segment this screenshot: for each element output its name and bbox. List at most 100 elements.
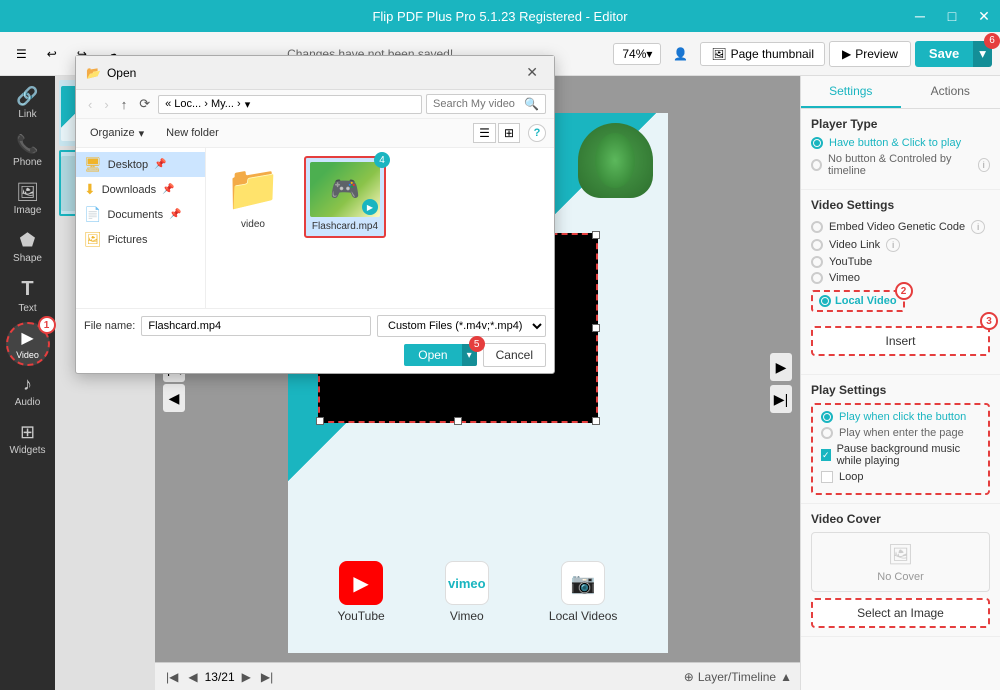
open-button[interactable]: Open — [404, 344, 461, 366]
vimeo-option[interactable]: vimeo Vimeo — [445, 561, 489, 623]
dialog-sidebar-documents[interactable]: 📄 Documents 📌 — [76, 202, 205, 227]
prev-page-button[interactable]: ◀ — [163, 384, 185, 412]
open-dialog: 📂 Open ✕ ‹ › ↑ ⟳ « Loc... › My... › ▾ 🔍 … — [75, 55, 555, 374]
pause-bg-option[interactable]: Pause background music while playing — [821, 443, 980, 467]
minimize-button[interactable]: ─ — [904, 0, 936, 32]
documents-pin-icon: 📌 — [169, 209, 181, 220]
search-input[interactable] — [433, 98, 524, 110]
organize-button[interactable]: Organize ▾ — [84, 125, 150, 142]
local-video-option[interactable]: 📷 Local Videos — [549, 561, 618, 623]
view-details-button[interactable]: ☰ — [473, 123, 496, 143]
play-settings-section: Play Settings Play when click the button… — [801, 375, 1000, 504]
preview-button[interactable]: ▶ Preview — [829, 41, 911, 67]
sidebar-item-text[interactable]: T Text — [3, 272, 53, 320]
youtube-option[interactable]: ▶ YouTube — [338, 561, 385, 623]
insert-button[interactable]: Insert — [811, 326, 990, 356]
select-image-button[interactable]: Select an Image — [811, 598, 990, 628]
file-item-flashcard[interactable]: 🎮 ▶ Flashcard.mp4 4 — [304, 156, 386, 238]
video-link-option[interactable]: Video Link i — [811, 236, 990, 254]
embed-info-icon[interactable]: i — [971, 220, 985, 234]
titlebar: Flip PDF Plus Pro 5.1.23 Registered - Ed… — [0, 0, 1000, 32]
dialog-sidebar-downloads[interactable]: ⬇ Downloads 📌 — [76, 177, 205, 202]
play-click-label: Play when click the button — [839, 411, 966, 423]
sidebar-item-image[interactable]: 🖼 Image — [3, 176, 53, 222]
last-page-nav-button[interactable]: ▶| — [258, 668, 276, 686]
video-link-info-icon[interactable]: i — [886, 238, 900, 252]
dialog-back-button[interactable]: ‹ — [84, 95, 96, 114]
page-thumbnail-button[interactable]: 🖼 Page thumbnail — [700, 42, 825, 66]
embed-genetic-option[interactable]: Embed Video Genetic Code i — [811, 218, 990, 236]
pictures-folder-icon: 🖼 — [84, 231, 102, 248]
video-link-radio — [811, 239, 823, 251]
file-item-video[interactable]: 📁 video — [214, 156, 292, 234]
prev-page-nav-button[interactable]: ◀ — [185, 668, 200, 686]
sidebar-item-phone[interactable]: 📞 Phone — [3, 128, 53, 174]
play-click-option[interactable]: Play when click the button — [821, 411, 980, 423]
sidebar-label-link: Link — [18, 109, 36, 120]
dialog-up-button[interactable]: ↑ — [117, 95, 132, 114]
first-page-nav-button[interactable]: |◀ — [163, 668, 181, 686]
tab-settings[interactable]: Settings — [801, 76, 901, 108]
next-page-nav-button[interactable]: ▶ — [239, 668, 254, 686]
play-icon: ▶ — [842, 47, 851, 61]
resize-handle-r[interactable] — [592, 324, 600, 332]
player-info-icon[interactable]: i — [978, 158, 990, 172]
menu-icon: ☰ — [16, 47, 27, 61]
sidebar-label-shape: Shape — [13, 253, 42, 264]
radio-have-button[interactable]: Have button & Click to play — [811, 137, 990, 149]
youtube-option-panel[interactable]: YouTube — [811, 254, 990, 270]
radio-no-button[interactable]: No button & Controled by timeline i — [811, 153, 990, 177]
text-icon: T — [21, 278, 33, 301]
close-button[interactable]: ✕ — [968, 0, 1000, 32]
dialog-sidebar-pictures[interactable]: 🖼 Pictures — [76, 227, 205, 252]
title-text: Flip PDF Plus Pro 5.1.23 Registered - Ed… — [372, 9, 627, 24]
local-video-selected[interactable]: Local Video — [811, 290, 905, 312]
undo-button[interactable]: ↩ — [39, 43, 65, 65]
flashcard-file-icon: 🎮 ▶ — [310, 162, 380, 217]
user-button[interactable]: 👤 — [665, 43, 696, 65]
folder-icon: 📁 — [226, 162, 281, 214]
dialog-sidebar-desktop[interactable]: 🖥 Desktop 📌 — [76, 152, 205, 177]
sidebar-item-video[interactable]: ▶ Video 1 — [6, 322, 50, 366]
play-enter-option[interactable]: Play when enter the page — [821, 427, 980, 439]
local-video-label: Local Videos — [549, 609, 618, 623]
resize-handle-bl[interactable] — [316, 417, 324, 425]
flashcard-thumbnail: 🎮 ▶ — [310, 162, 380, 217]
cancel-button[interactable]: Cancel — [483, 343, 546, 367]
resize-handle-br[interactable] — [592, 417, 600, 425]
dialog-refresh-button[interactable]: ⟳ — [135, 94, 154, 114]
play-settings-box: Play when click the button Play when ent… — [811, 403, 990, 495]
new-folder-button[interactable]: New folder — [158, 125, 227, 141]
save-button[interactable]: Save — [915, 41, 973, 67]
view-icons-button[interactable]: ⊞ — [498, 123, 520, 143]
dialog-forward-button[interactable]: › — [100, 95, 112, 114]
maximize-button[interactable]: □ — [936, 0, 968, 32]
local-video-badge: 2 — [895, 282, 913, 300]
file-type-select[interactable]: Custom Files (*.m4v;*.mp4) — [377, 315, 546, 337]
next-page-button[interactable]: ▶ — [770, 353, 792, 381]
chevron-up-icon: ▲ — [780, 670, 792, 684]
sidebar-item-shape[interactable]: ⬟ Shape — [3, 224, 53, 270]
file-name-input[interactable] — [141, 316, 371, 336]
sidebar-item-widgets[interactable]: ⊞ Widgets — [3, 416, 53, 462]
local-video-option-panel[interactable]: Local Video 2 — [811, 290, 905, 312]
layer-timeline-button[interactable]: ⊕ Layer/Timeline ▲ — [684, 670, 792, 684]
video-cover-section: Video Cover 🖼 No Cover Select an Image — [801, 504, 1000, 637]
help-button[interactable]: ? — [528, 124, 546, 142]
last-page-button[interactable]: ▶| — [770, 385, 792, 413]
dialog-close-button[interactable]: ✕ — [520, 62, 544, 83]
zoom-button[interactable]: 74% ▾ — [613, 43, 661, 65]
resize-handle-b[interactable] — [454, 417, 462, 425]
sidebar-item-link[interactable]: 🔗 Link — [3, 80, 53, 126]
menu-button[interactable]: ☰ — [8, 43, 35, 65]
dialog-toolbar: ‹ › ↑ ⟳ « Loc... › My... › ▾ 🔍 — [76, 90, 554, 119]
search-box: 🔍 — [426, 94, 546, 114]
sidebar-item-audio[interactable]: ♪ Audio — [3, 368, 53, 414]
video-badge: 1 — [38, 316, 56, 334]
play-enter-label: Play when enter the page — [839, 427, 964, 439]
resize-handle-tr[interactable] — [592, 231, 600, 239]
breadcrumb-path[interactable]: « Loc... › My... › ▾ — [158, 95, 422, 114]
vimeo-icon: vimeo — [445, 561, 489, 605]
loop-option[interactable]: Loop — [821, 471, 980, 483]
tab-actions[interactable]: Actions — [901, 76, 1000, 108]
